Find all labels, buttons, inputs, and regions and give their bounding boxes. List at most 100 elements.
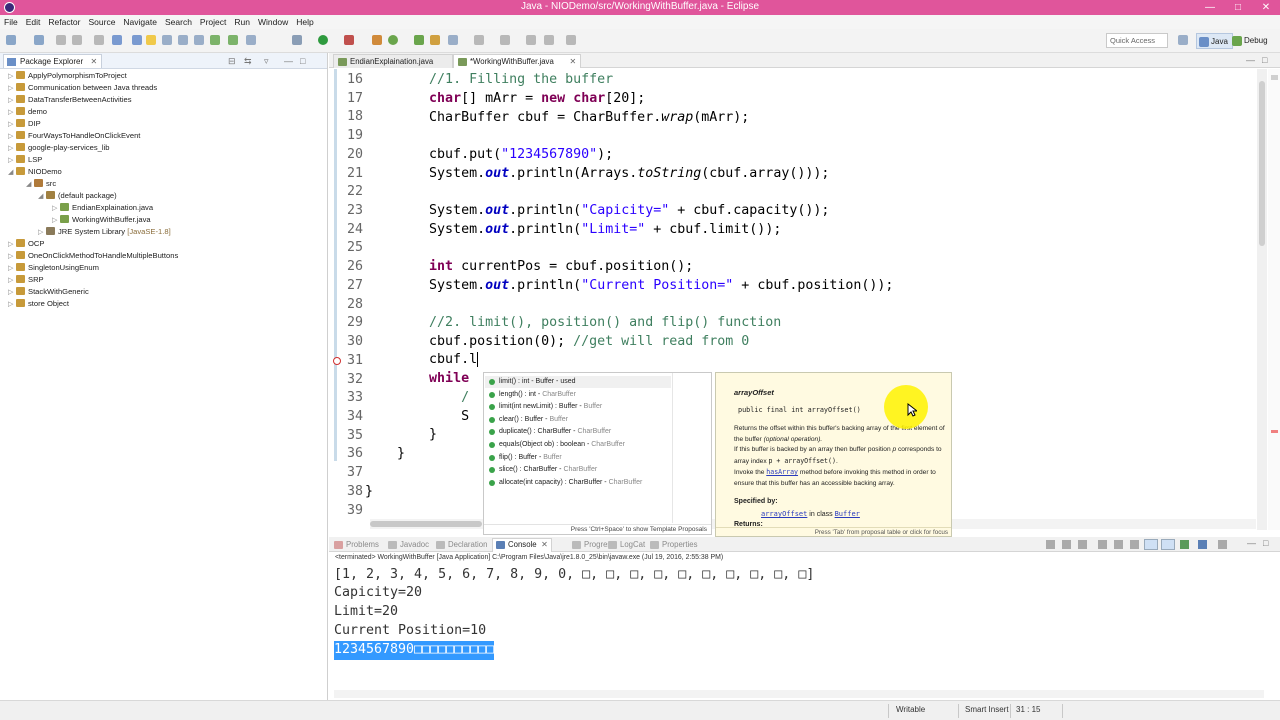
close-button[interactable]: ✕ (1252, 0, 1280, 15)
code-line[interactable]: cbuf.put("1234567890"); (365, 146, 1245, 165)
console-hscroll[interactable] (334, 690, 1264, 698)
task-icon[interactable] (246, 35, 256, 45)
proposal-item[interactable]: slice() : CharBuffer - CharBuffer (485, 464, 671, 476)
maximize-view-icon[interactable]: □ (300, 56, 305, 66)
proposal-item[interactable]: limit(int newLimit) : Buffer - Buffer (485, 401, 671, 413)
tree-item[interactable]: ◢ src (26, 178, 56, 190)
lint-icon[interactable] (228, 35, 238, 45)
collapsed-arrow-icon[interactable]: ▷ (8, 299, 16, 311)
code-line[interactable]: char[] mArr = new char[20]; (365, 90, 1245, 109)
tree-item[interactable]: ▷ OCP (8, 238, 44, 250)
tree-item[interactable]: ▷ SRP (8, 274, 44, 286)
clear-console-icon[interactable] (1098, 540, 1107, 549)
expanded-arrow-icon[interactable]: ◢ (38, 191, 46, 203)
new-icon[interactable] (6, 35, 16, 45)
menu-edit[interactable]: Edit (22, 15, 45, 29)
proposal-item[interactable]: clear() : Buffer - Buffer (485, 414, 671, 426)
debug-icon[interactable] (292, 35, 302, 45)
open-perspective-icon[interactable] (1178, 35, 1188, 45)
terminate-icon[interactable] (1046, 540, 1055, 549)
menu-refactor[interactable]: Refactor (44, 15, 84, 29)
tab-properties[interactable]: Properties (650, 539, 698, 551)
code-line[interactable]: cbuf.position(0); //get will read from 0 (365, 333, 1245, 352)
scroll-lock-icon[interactable] (1114, 540, 1123, 549)
proposal-item[interactable]: allocate(int capacity) : CharBuffer - Ch… (485, 477, 671, 489)
tree-item[interactable]: ▷ WorkingWithBuffer.java (52, 214, 151, 226)
tree-item[interactable]: ▷ google-play-services_lib (8, 142, 109, 154)
arrayoffset-link[interactable]: arrayOffset (761, 510, 807, 518)
view-menu-icon[interactable]: ▿ (264, 56, 269, 67)
android-sdk-icon[interactable] (194, 35, 204, 45)
console-selected-line[interactable]: 1234567890□□□□□□□□□□ (334, 641, 495, 660)
tree-item[interactable]: ▷ StackWithGeneric (8, 286, 89, 298)
proposal-item[interactable]: duplicate() : CharBuffer - CharBuffer (485, 426, 671, 438)
prev-annotation-icon[interactable] (500, 35, 510, 45)
editor-hscroll-thumb[interactable] (370, 521, 482, 527)
expanded-arrow-icon[interactable]: ◢ (8, 167, 16, 179)
tree-item[interactable]: ▷ OneOnClickMethodToHandleMultipleButtons (8, 250, 178, 262)
menu-source[interactable]: Source (84, 15, 119, 29)
search-icon[interactable] (448, 35, 458, 45)
tab-declaration[interactable]: Declaration (436, 539, 487, 551)
print-icon[interactable] (94, 35, 104, 45)
new-package-icon[interactable] (388, 35, 398, 45)
code-line[interactable]: System.out.println("Limit=" + cbuf.limit… (365, 221, 1245, 240)
menu-run[interactable]: Run (230, 15, 254, 29)
quick-access-input[interactable]: Quick Access (1106, 33, 1168, 48)
editor-scroll-thumb[interactable] (1259, 81, 1265, 246)
menu-file[interactable]: File (0, 15, 22, 29)
back-icon[interactable] (544, 35, 554, 45)
new-java-project-icon[interactable] (372, 35, 382, 45)
tree-item[interactable]: ▷ DIP (8, 118, 41, 130)
proposal-item[interactable]: limit() : int - Buffer - used (485, 376, 671, 388)
next-annotation-icon[interactable] (474, 35, 484, 45)
run-icon[interactable] (318, 35, 328, 45)
external-tools-icon[interactable] (344, 35, 354, 45)
toggle-breadcrumb-icon[interactable] (132, 35, 142, 45)
close-icon[interactable]: ✕ (90, 55, 97, 68)
menu-navigate[interactable]: Navigate (119, 15, 161, 29)
buffer-link[interactable]: Buffer (835, 510, 860, 518)
code-line[interactable]: System.out.println(Arrays.toString(cbuf.… (365, 165, 1245, 184)
link-editor-icon[interactable]: ⇆ (244, 56, 252, 67)
tree-item[interactable]: ▷ LSP (8, 154, 42, 166)
tree-item[interactable]: ◢ NIODemo (8, 166, 62, 178)
code-line[interactable]: //2. limit(), position() and flip() func… (365, 314, 1245, 333)
perspective-debug[interactable]: Debug (1230, 33, 1272, 49)
code-line[interactable]: //1. Filling the buffer (365, 71, 1245, 90)
tab-console[interactable]: Console ✕ (492, 538, 552, 552)
skip-breakpoints-icon[interactable] (112, 35, 122, 45)
tree-item[interactable]: ▷ Communication between Java threads (8, 82, 157, 94)
tab-working-with-buffer[interactable]: *WorkingWithBuffer.java ✕ (453, 54, 581, 68)
code-line[interactable]: int currentPos = cbuf.position(); (365, 258, 1245, 277)
tab-logcat[interactable]: LogCat (608, 539, 645, 551)
save-icon[interactable] (56, 35, 66, 45)
tree-item[interactable]: ▷ SingletonUsingEnum (8, 262, 99, 274)
package-explorer-tab[interactable]: Package Explorer ✕ (3, 54, 103, 68)
error-overview-marker[interactable] (1271, 430, 1278, 433)
expanded-arrow-icon[interactable]: ◢ (26, 179, 34, 191)
open-console-icon[interactable] (1218, 540, 1227, 549)
maximize-button[interactable]: □ (1224, 0, 1252, 15)
close-tab-icon[interactable]: ✕ (569, 55, 576, 68)
maximize-console-icon[interactable]: □ (1263, 538, 1268, 548)
show-stderr-icon[interactable] (1161, 539, 1175, 550)
code-line[interactable]: System.out.println("Current Position=" +… (365, 277, 1245, 296)
proposal-item[interactable]: equals(Object ob) : boolean - CharBuffer (485, 439, 671, 451)
show-stdout-icon[interactable] (1144, 539, 1158, 550)
new-class-icon[interactable] (414, 35, 424, 45)
minimize-view-icon[interactable]: — (284, 56, 293, 66)
tree-item[interactable]: ▷ DataTransferBetweenActivities (8, 94, 132, 106)
minimize-button[interactable]: — (1196, 0, 1224, 15)
remove-all-icon[interactable] (1078, 540, 1087, 549)
code-line[interactable]: System.out.println("Capicity=" + cbuf.ca… (365, 202, 1245, 221)
menu-project[interactable]: Project (196, 15, 230, 29)
display-console-icon[interactable] (1198, 540, 1207, 549)
maximize-editor-icon[interactable]: □ (1262, 55, 1267, 65)
tree-item[interactable]: ▷ EndianExplaination.java (52, 202, 153, 214)
tree-item[interactable]: ◢ (default package) (38, 190, 117, 202)
pin-console-icon[interactable] (1180, 540, 1189, 549)
show-whitespace-icon[interactable] (178, 35, 188, 45)
tab-endian-explaination[interactable]: EndianExplaination.java (333, 54, 453, 68)
mark-occurrences-icon[interactable] (146, 35, 156, 45)
